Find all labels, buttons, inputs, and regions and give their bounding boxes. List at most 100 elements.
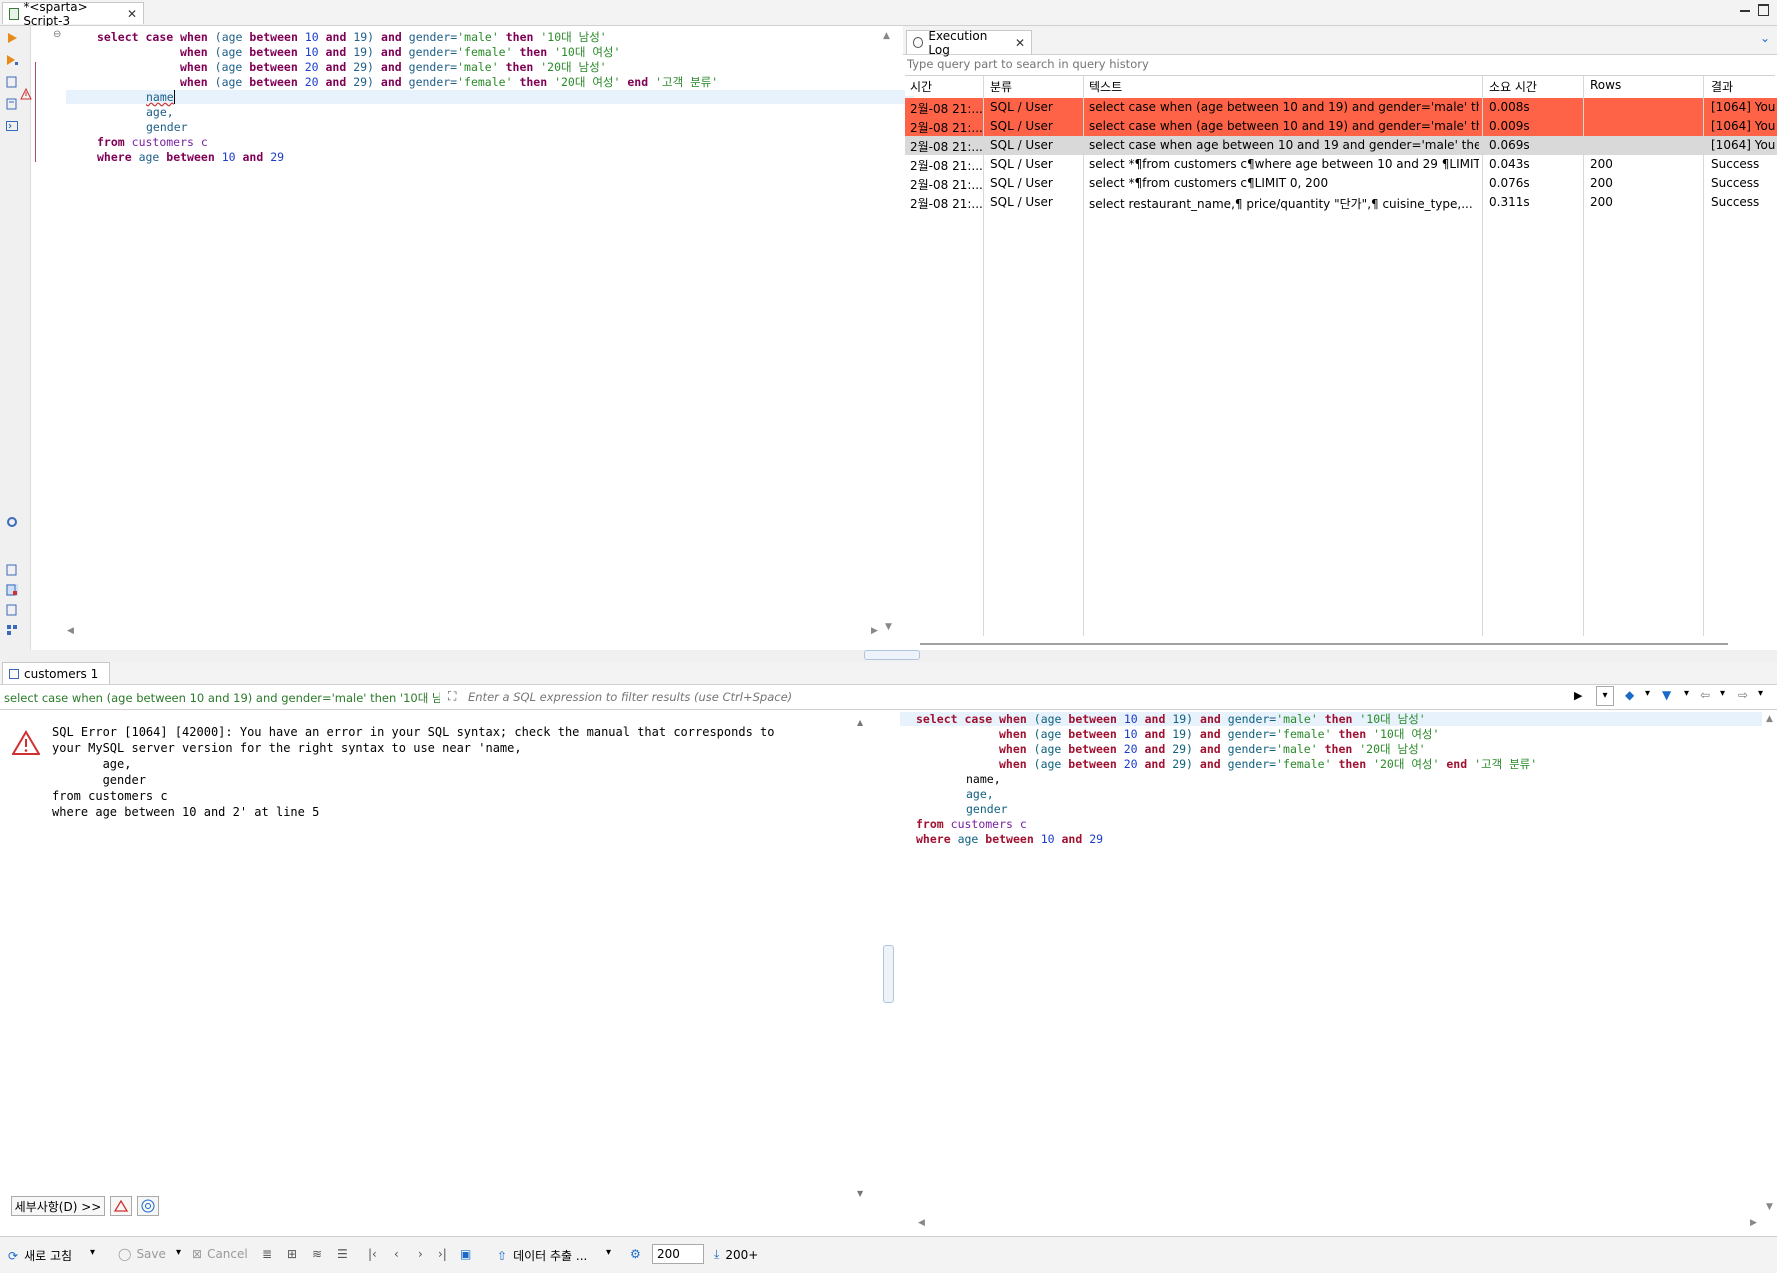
chevron-down-icon[interactable]: ▾ xyxy=(1758,688,1763,699)
token: 10 xyxy=(304,45,319,59)
layout-icon[interactable] xyxy=(6,624,18,636)
error-log-icon[interactable] xyxy=(110,1196,132,1216)
cell-result: [1064] You h xyxy=(1711,100,1777,114)
token: age xyxy=(138,150,160,164)
sql-editor[interactable]: ⊖ select case when (age between 10 and 1… xyxy=(20,26,914,638)
back-icon[interactable]: ⇦ xyxy=(1700,688,1710,702)
table-row[interactable]: 2월-08 21:... SQL / User select case when… xyxy=(905,98,1777,117)
next-page-icon[interactable]: › xyxy=(418,1247,423,1261)
column-header-time[interactable]: 시간 xyxy=(910,78,932,95)
results-panel-icon[interactable] xyxy=(6,584,18,596)
settings-gear-icon[interactable]: ⚙ xyxy=(630,1247,641,1261)
cell-time: 2월-08 21:... xyxy=(910,102,983,116)
apply-filter-icon[interactable]: ▶ xyxy=(1574,689,1582,702)
scroll-up-icon[interactable]: ▲ xyxy=(883,31,890,41)
help-icon[interactable] xyxy=(137,1196,159,1216)
results-toolbar: ⟳ 새로 고침 ▾ ◯ Save ▾ ⊠ Cancel ≣ ⊞ ≋ ☰ |‹ ‹… xyxy=(0,1236,1777,1273)
first-page-icon[interactable]: |‹ xyxy=(368,1247,377,1261)
query-history-search[interactable] xyxy=(905,55,1775,76)
horizontal-scrollbar[interactable] xyxy=(920,643,1728,645)
load-plan-icon[interactable] xyxy=(6,98,18,110)
execute-script-icon[interactable] xyxy=(6,54,18,66)
export-dropdown[interactable]: ▾ xyxy=(606,1247,611,1258)
chevron-down-icon[interactable]: ▾ xyxy=(1645,688,1650,699)
save-dropdown[interactable]: ▾ xyxy=(176,1247,181,1258)
column-header-duration[interactable]: 소요 시간 xyxy=(1489,78,1537,95)
vertical-splitter-handle[interactable] xyxy=(883,945,894,1003)
token: then xyxy=(519,75,548,89)
cancel-button[interactable]: ⊠ Cancel xyxy=(192,1247,248,1261)
copy-row-icon[interactable]: ≋ xyxy=(312,1247,322,1261)
scroll-left-icon[interactable]: ◀ xyxy=(918,1218,925,1228)
splitter-handle[interactable] xyxy=(864,650,920,660)
minimize-icon[interactable] xyxy=(1740,4,1752,16)
code-line-6: age, xyxy=(146,105,174,120)
explain-plan-icon[interactable] xyxy=(6,76,18,88)
tab-script-3[interactable]: *<sparta> Script-3 ✕ xyxy=(2,0,144,28)
fetch-size-input[interactable] xyxy=(652,1244,704,1264)
table-row[interactable]: 2월-08 21:... SQL / User select *¶from cu… xyxy=(905,155,1777,174)
token: when xyxy=(999,742,1027,756)
tab-execution-log[interactable]: Execution Log ✕ xyxy=(906,29,1032,57)
column-header-text[interactable]: 텍스트 xyxy=(1089,78,1122,95)
execute-statement-icon[interactable] xyxy=(6,32,18,44)
token: and xyxy=(380,60,402,74)
filter-query-text[interactable]: select case when (age between 10 and 19)… xyxy=(4,690,440,706)
last-page-icon[interactable]: ›| xyxy=(438,1247,447,1261)
save-button[interactable]: ◯ Save xyxy=(118,1247,166,1261)
fold-icon[interactable]: ⊖ xyxy=(53,29,61,40)
table-row[interactable]: 2월-08 21:... SQL / User select *¶from cu… xyxy=(905,174,1777,193)
column-header-rows[interactable]: Rows xyxy=(1590,78,1621,92)
settings-gear-icon[interactable] xyxy=(6,516,18,528)
edit-row-icon[interactable]: ≣ xyxy=(262,1247,272,1261)
error-panel: SQL Error [1064] [42000]: You have an er… xyxy=(0,710,880,1232)
close-icon[interactable]: ✕ xyxy=(1015,36,1025,50)
fetch-all-icon[interactable]: ▣ xyxy=(460,1247,471,1261)
filter-icon[interactable]: ▼ xyxy=(1662,688,1671,702)
fetch-more-button[interactable]: ⤓ 200+ xyxy=(714,1247,758,1262)
table-row[interactable]: 2월-08 21:... SQL / User select case when… xyxy=(905,117,1777,136)
panel-splitter[interactable] xyxy=(0,650,1777,662)
filter-input[interactable] xyxy=(466,687,1574,707)
token: gender= xyxy=(408,60,458,74)
chevron-down-icon[interactable]: ⌄ xyxy=(1760,31,1770,45)
details-button[interactable]: 세부사항(D) >> xyxy=(11,1196,105,1216)
scroll-right-icon[interactable]: ▶ xyxy=(871,626,878,636)
chevron-down-icon[interactable]: ▾ xyxy=(1720,688,1725,699)
token: (age xyxy=(214,45,243,59)
forward-icon[interactable]: ⇨ xyxy=(1738,688,1748,702)
previous-page-icon[interactable]: ‹ xyxy=(394,1247,399,1261)
token: and xyxy=(1144,742,1166,756)
scroll-up-icon[interactable]: ▲ xyxy=(1766,714,1773,724)
token: 20 xyxy=(1123,742,1138,756)
refresh-dropdown[interactable]: ▾ xyxy=(90,1247,95,1258)
table-row[interactable]: 2월-08 21:... SQL / User select restauran… xyxy=(905,193,1777,212)
expand-icon[interactable]: ⛶ xyxy=(448,689,456,704)
eraser-icon[interactable]: ◆ xyxy=(1625,688,1634,702)
delete-row-icon[interactable]: ☰ xyxy=(337,1247,348,1261)
scroll-down-icon[interactable]: ▼ xyxy=(1766,1202,1773,1212)
refresh-button[interactable]: ⟳ 새로 고침 xyxy=(8,1247,72,1264)
terminal-icon[interactable] xyxy=(6,120,18,132)
table-row[interactable]: 2월-08 21:... SQL / User select case when… xyxy=(905,136,1777,155)
output-panel-icon[interactable] xyxy=(6,604,18,616)
editor-side-toolbar xyxy=(0,26,31,650)
column-header-result[interactable]: 결과 xyxy=(1711,78,1733,95)
search-input[interactable] xyxy=(905,55,1769,73)
tab-customers-1[interactable]: customers 1 xyxy=(2,662,110,684)
scroll-right-icon[interactable]: ▶ xyxy=(1750,1218,1757,1228)
add-row-icon[interactable]: ⊞ xyxy=(287,1247,297,1261)
cell-text: select restaurant_name,¶ price/quantity … xyxy=(1089,197,1473,211)
token: then xyxy=(505,30,534,44)
filter-history-dropdown[interactable]: ▾ xyxy=(1596,686,1614,706)
export-icon[interactable] xyxy=(6,564,18,576)
upload-icon: ⇧ xyxy=(497,1248,508,1263)
scroll-left-icon[interactable]: ◀ xyxy=(67,626,74,636)
export-data-button[interactable]: ⇧ 데이터 추출 ... xyxy=(497,1247,587,1264)
close-icon[interactable]: ✕ xyxy=(127,7,137,21)
column-header-type[interactable]: 분류 xyxy=(990,78,1012,95)
chevron-down-icon[interactable]: ▾ xyxy=(1684,688,1689,699)
error-vertical-scrollbar[interactable]: ▲ ▼ xyxy=(857,718,865,1198)
maximize-icon[interactable] xyxy=(1758,4,1770,16)
scroll-down-icon[interactable]: ▼ xyxy=(885,622,892,632)
